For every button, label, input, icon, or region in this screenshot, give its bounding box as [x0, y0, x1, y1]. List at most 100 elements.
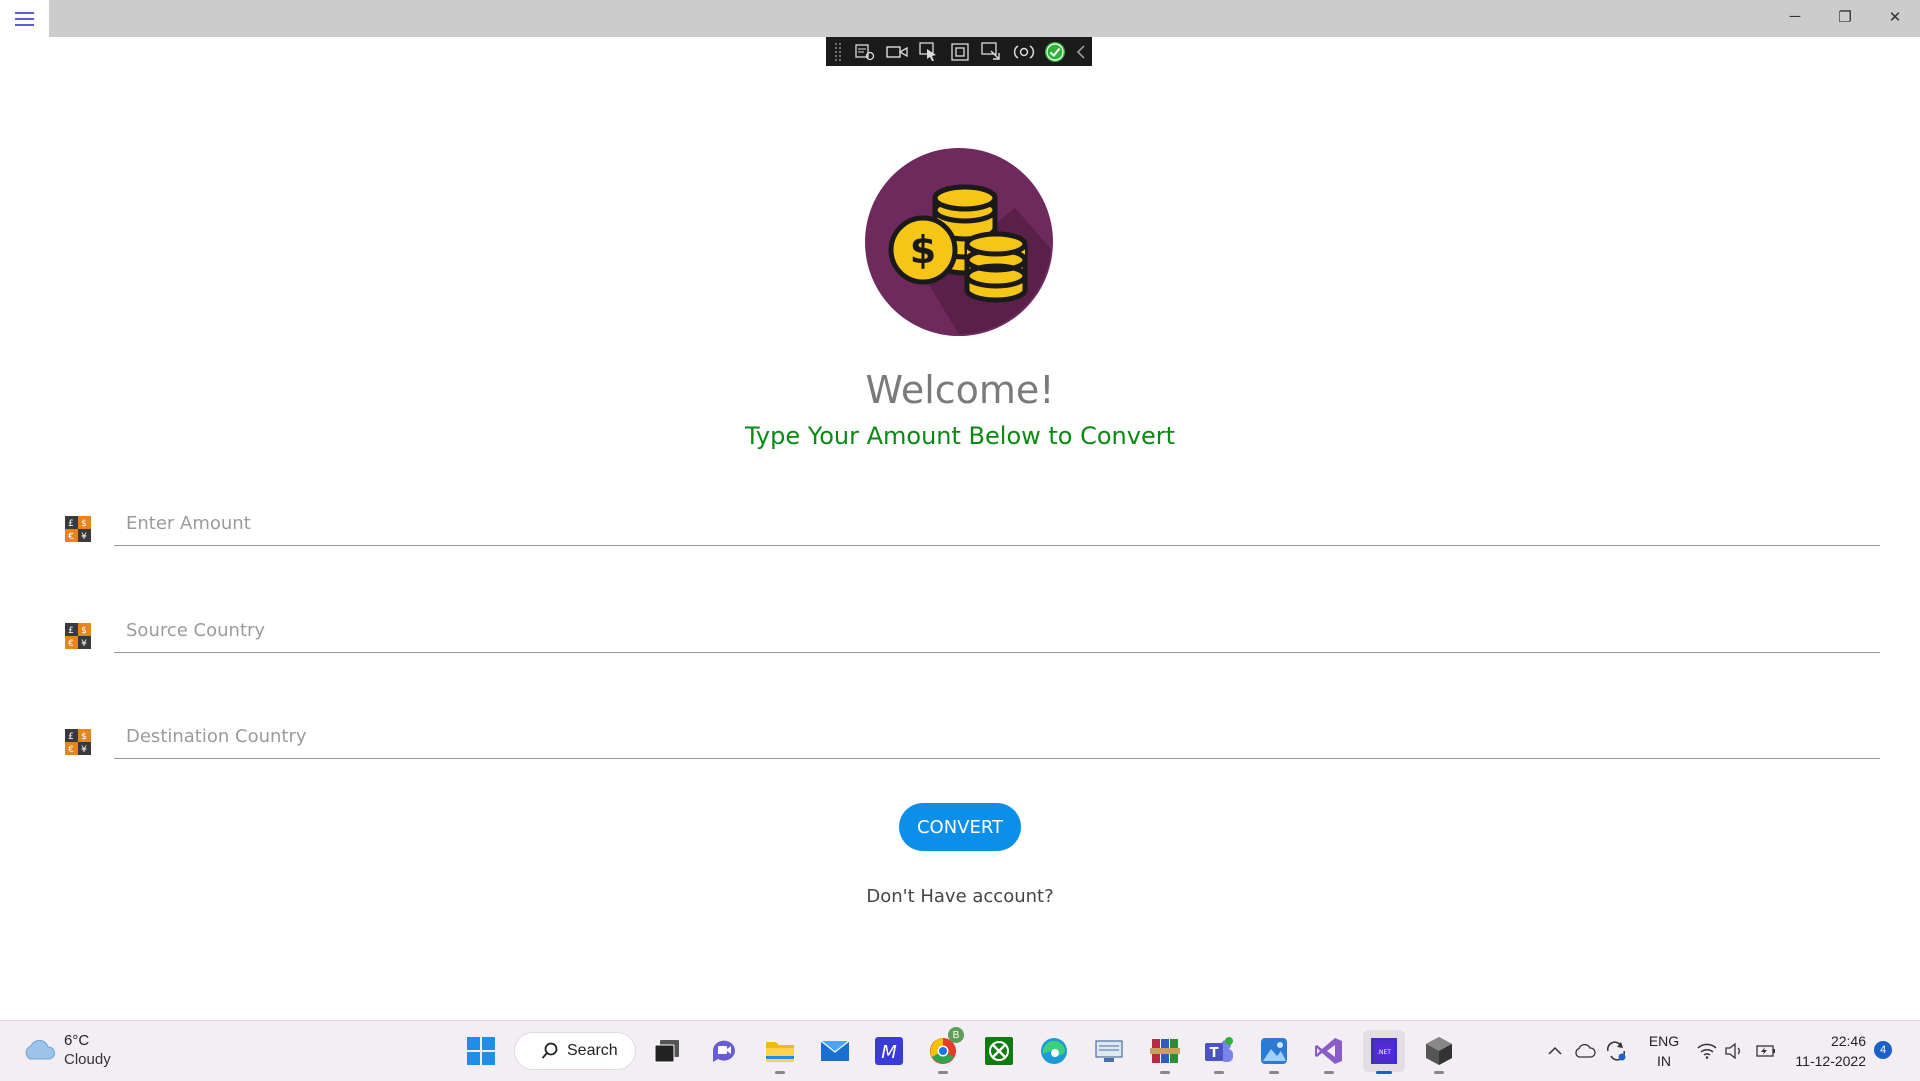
notification-badge[interactable]: 4: [1874, 1041, 1892, 1059]
running-indicator: [1324, 1071, 1334, 1074]
svg-text:¥: ¥: [81, 532, 87, 542]
svg-text:M: M: [881, 1042, 897, 1063]
welcome-heading: Welcome!: [865, 368, 1055, 412]
mail-icon: [820, 1040, 850, 1061]
collapse-icon[interactable]: [1071, 37, 1092, 66]
sync-icon: [1607, 1041, 1626, 1061]
clock-time: 22:46: [1830, 1033, 1866, 1049]
onedrive-cloud-icon: [1575, 1044, 1596, 1058]
search-icon: [541, 1042, 558, 1059]
source-country-field: £ ¥ $ €: [0, 601, 1920, 661]
taskbar-photos[interactable]: [1253, 1030, 1295, 1074]
taskbar-xbox[interactable]: [978, 1030, 1020, 1072]
taskbar-network-app[interactable]: [1088, 1030, 1130, 1072]
teams-icon: T: [1205, 1037, 1233, 1062]
track-focus-icon[interactable]: [976, 37, 1008, 66]
record-icon[interactable]: [881, 37, 913, 66]
amount-input[interactable]: [114, 502, 1880, 546]
onedrive-tray[interactable]: [1572, 1021, 1598, 1081]
windows-icon: [467, 1037, 495, 1065]
chrome-profile-badge: B: [948, 1027, 964, 1043]
coins-logo: $: [865, 148, 1053, 336]
svg-text:¥: ¥: [81, 745, 87, 755]
show-hidden-icons-button[interactable]: [1544, 1021, 1566, 1081]
language-code: ENG: [1648, 1033, 1680, 1049]
sync-tray[interactable]: [1603, 1021, 1629, 1081]
language-indicator[interactable]: ENG IN: [1642, 1031, 1686, 1071]
region-code: IN: [1657, 1053, 1671, 1069]
title-strip[interactable]: [49, 0, 1920, 37]
wifi-icon: [1697, 1043, 1717, 1059]
speaker-icon: [1725, 1043, 1740, 1059]
start-button[interactable]: [460, 1030, 502, 1072]
no-account-link[interactable]: Don't Have account?: [0, 886, 1920, 907]
svg-text:£: £: [68, 626, 74, 636]
taskbar-app-m[interactable]: M: [868, 1030, 910, 1072]
battery-charging-icon: [1756, 1045, 1775, 1057]
taskbar-dotnet-app[interactable]: .NET: [1363, 1030, 1405, 1074]
exchange-icon: £ ¥ $ €: [65, 516, 91, 542]
xaml-debug-toolbar: [826, 37, 1092, 66]
toolbar-grip[interactable]: [834, 41, 842, 62]
taskbar-visual-studio[interactable]: [1308, 1030, 1350, 1074]
folder-icon: [766, 1042, 794, 1062]
task-view-button[interactable]: [646, 1030, 688, 1072]
svg-text:.NET: .NET: [1377, 1049, 1391, 1056]
taskbar-mail[interactable]: [814, 1030, 856, 1072]
svg-text:T: T: [1210, 1046, 1219, 1061]
convert-button[interactable]: CONVERT: [899, 803, 1021, 851]
taskbar-search[interactable]: Search: [514, 1032, 636, 1070]
task-view-icon: [654, 1040, 679, 1063]
live-visual-tree-icon[interactable]: [850, 37, 882, 66]
wifi-tray[interactable]: [1694, 1021, 1720, 1081]
svg-text:€: €: [68, 639, 74, 649]
title-bar: ─ ❐ ✕: [0, 0, 1920, 37]
hamburger-menu-button[interactable]: [0, 0, 49, 37]
select-element-icon[interactable]: [913, 37, 945, 66]
display-layout-adorners-icon[interactable]: [944, 37, 976, 66]
taskbar-edge[interactable]: [1033, 1030, 1075, 1072]
winrar-icon: [1150, 1039, 1180, 1063]
taskbar-chrome[interactable]: B: [922, 1027, 964, 1074]
amount-field: £ ¥ $ €: [0, 494, 1920, 554]
svg-text:$: $: [81, 626, 87, 636]
visual-studio-icon: [1315, 1038, 1342, 1064]
cube-icon: [1426, 1037, 1452, 1065]
battery-tray[interactable]: [1752, 1021, 1778, 1081]
destination-country-input[interactable]: [114, 715, 1880, 759]
running-indicator: [1434, 1071, 1444, 1074]
maximize-button[interactable]: ❐: [1822, 0, 1868, 33]
volume-tray[interactable]: [1722, 1021, 1748, 1081]
weather-temp: 6°C: [64, 1032, 90, 1049]
taskbar-cube-app[interactable]: [1418, 1030, 1460, 1074]
destination-country-field: £ ¥ $ €: [0, 707, 1920, 767]
exchange-icon: £ ¥ $ €: [65, 623, 91, 649]
hot-reload-icon[interactable]: [1008, 37, 1040, 66]
chevron-up-icon: [1548, 1046, 1562, 1055]
svg-text:€: €: [68, 745, 74, 755]
taskbar-teams[interactable]: T: [1198, 1030, 1240, 1074]
weather-desc: Cloudy: [64, 1051, 111, 1068]
minimize-button[interactable]: ─: [1772, 0, 1818, 33]
running-indicator: [938, 1071, 948, 1074]
taskbar-winrar[interactable]: [1144, 1030, 1186, 1074]
clock-date: 11-12-2022: [1795, 1053, 1866, 1069]
edge-icon: [1041, 1038, 1067, 1064]
source-country-input[interactable]: [114, 609, 1880, 653]
running-indicator: [1160, 1071, 1170, 1074]
coins-icon: $: [865, 148, 1053, 336]
dotnet-icon: .NET: [1371, 1038, 1397, 1064]
exchange-icon: £ ¥ $ €: [65, 729, 91, 755]
taskbar-chat[interactable]: [703, 1030, 745, 1072]
taskbar-file-explorer[interactable]: [759, 1030, 801, 1074]
close-button[interactable]: ✕: [1872, 0, 1918, 33]
running-indicator: [1214, 1071, 1224, 1074]
status-ok-icon[interactable]: [1039, 37, 1071, 66]
svg-text:€: €: [68, 532, 74, 542]
weather-widget[interactable]: 6°C Cloudy: [22, 1031, 111, 1069]
xbox-icon: [985, 1037, 1013, 1065]
running-indicator: [1269, 1071, 1279, 1074]
taskbar-clock[interactable]: 22:46 11-12-2022: [1790, 1031, 1866, 1071]
active-indicator: [1376, 1071, 1392, 1074]
search-label: Search: [567, 1042, 618, 1059]
